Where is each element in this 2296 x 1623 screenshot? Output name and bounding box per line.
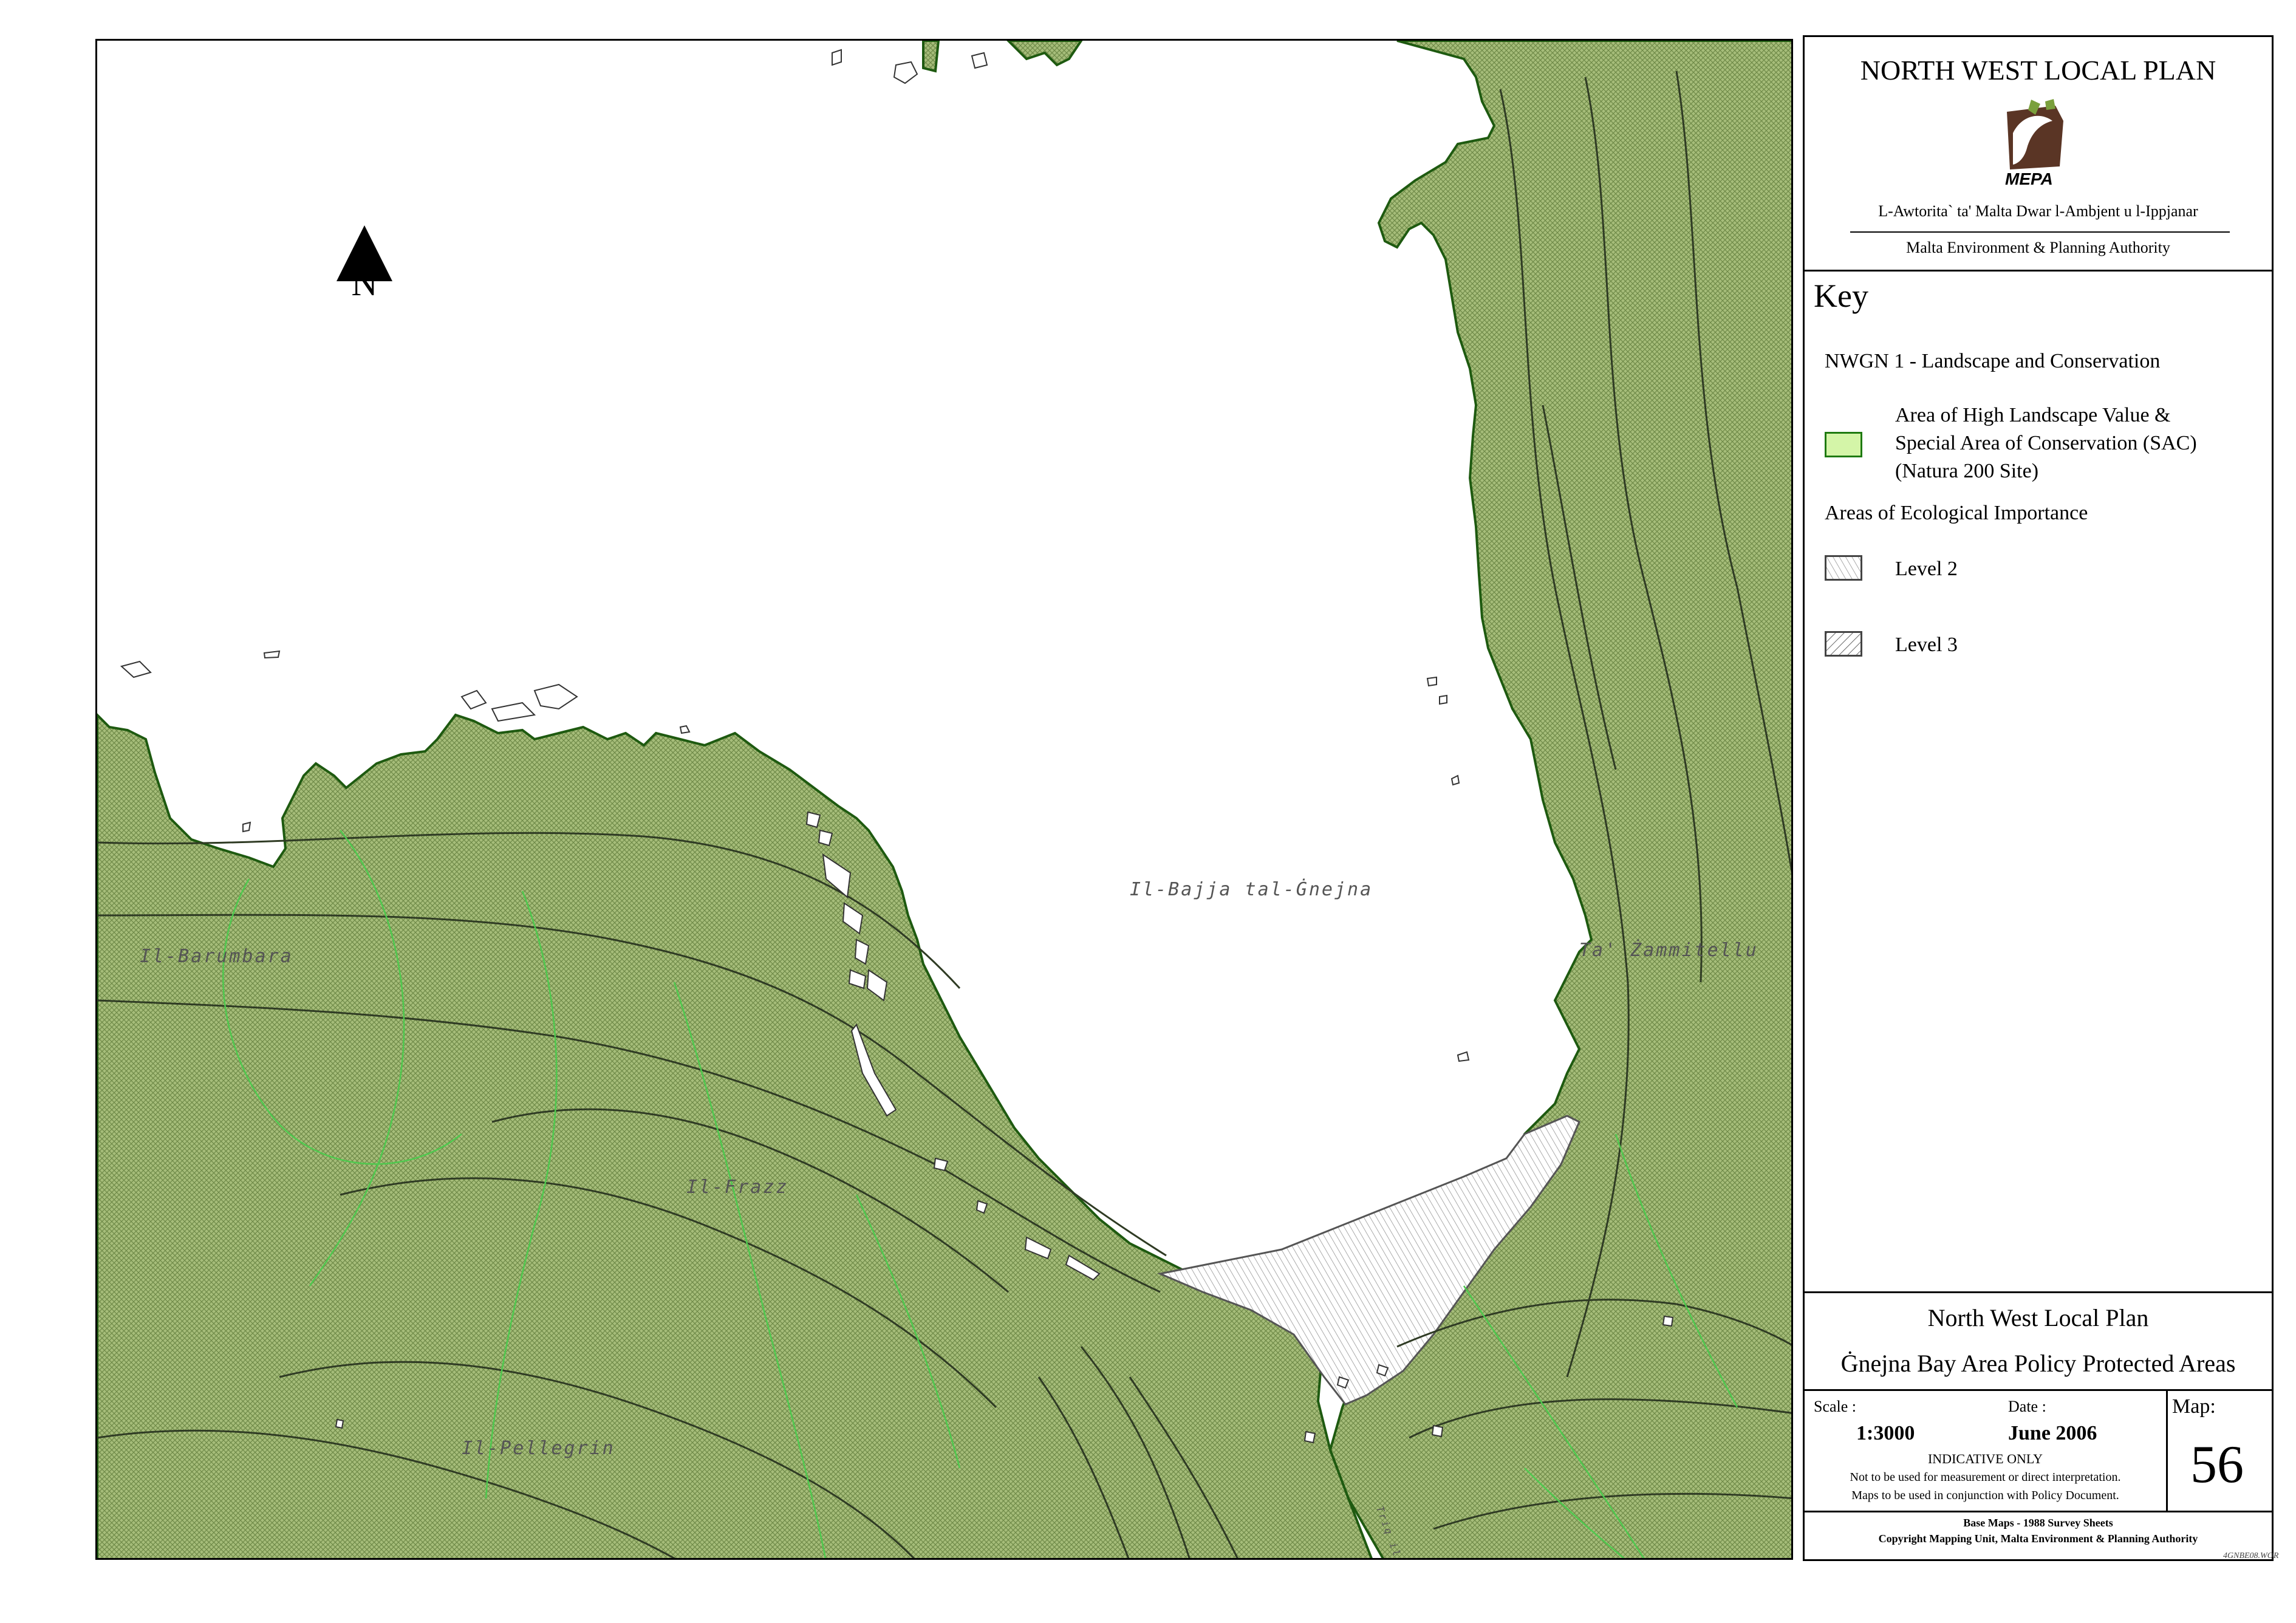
swatch-level2 xyxy=(1825,555,1862,581)
header-divider xyxy=(1850,231,2230,233)
copyright-credit: Copyright Mapping Unit, Malta Environmen… xyxy=(1878,1532,2198,1545)
plan-title: North West Local Plan xyxy=(1927,1304,2149,1331)
swatch-sac xyxy=(1825,432,1862,457)
key-heading: Key xyxy=(1814,278,1868,314)
sac-area-islet-2 xyxy=(922,41,940,73)
authority-english: Malta Environment & Planning Authority xyxy=(1906,239,2170,256)
key-item-sac-line3: (Natura 200 Site) xyxy=(1895,460,2039,482)
scale-label: Scale : xyxy=(1814,1398,1857,1415)
key-item-sac-line1: Area of High Landscape Value & xyxy=(1895,404,2171,426)
place-label-south: Il-Pellegrin xyxy=(462,1438,615,1459)
place-label-bay: Il-Bajja tal-Ġnejna xyxy=(1130,879,1373,900)
logo-text: MEPA xyxy=(2005,169,2053,188)
sac-area-islet xyxy=(1006,41,1083,67)
authority-maltese: L-Awtorita` ta' Malta Dwar l-Ambjent u l… xyxy=(1878,202,2198,220)
map-number: 56 xyxy=(2190,1435,2244,1494)
place-label-middle: Il-Frazz xyxy=(686,1177,789,1198)
legend-panel: NORTH WEST LOCAL PLAN MEPA L-Awtorita` t… xyxy=(1803,35,2274,1561)
key-section-landscape: NWGN 1 - Landscape and Conservation xyxy=(1825,350,2161,372)
date-label: Date : xyxy=(2008,1398,2046,1415)
title-separator xyxy=(1805,1389,2272,1391)
north-label: N xyxy=(351,263,378,303)
place-label-east: Ta' Żammitellu xyxy=(1579,940,1758,961)
map-title: Ġnejna Bay Area Policy Protected Areas xyxy=(1840,1350,2236,1377)
swatch-level3 xyxy=(1825,631,1862,657)
place-label-west: Il-Barumbara xyxy=(140,946,293,967)
sac-area-south[interactable] xyxy=(97,713,1373,1560)
map-number-label: Map: xyxy=(2172,1395,2216,1418)
indicative-note: INDICATIVE ONLY xyxy=(1927,1451,2043,1466)
header-title: NORTH WEST LOCAL PLAN xyxy=(1860,55,2216,86)
file-code: 4GNBE08.WOR xyxy=(2223,1551,2279,1560)
key-item-sac-line2: Special Area of Conservation (SAC) xyxy=(1895,432,2197,454)
date-value: June 2006 xyxy=(2008,1422,2097,1444)
base-maps-credit: Base Maps - 1988 Survey Sheets xyxy=(1963,1517,2113,1529)
header-separator xyxy=(1805,270,2272,272)
map-number-divider xyxy=(2166,1389,2168,1511)
scale-value: 1:3000 xyxy=(1856,1422,1915,1444)
usage-note-1: Not to be used for measurement or direct… xyxy=(1850,1471,2121,1484)
key-section-ecological: Areas of Ecological Importance xyxy=(1825,502,2088,524)
key-item-level3: Level 3 xyxy=(1895,634,1958,656)
usage-note-2: Maps to be used in conjunction with Poli… xyxy=(1851,1489,2119,1502)
footer-separator xyxy=(1805,1291,2272,1293)
key-item-level2: Level 2 xyxy=(1895,558,1958,580)
map-frame[interactable]: Il-Bajja tal-Ġnejna Ta' Żammitellu Il-Ba… xyxy=(95,39,1793,1560)
credits-separator xyxy=(1805,1511,2272,1512)
